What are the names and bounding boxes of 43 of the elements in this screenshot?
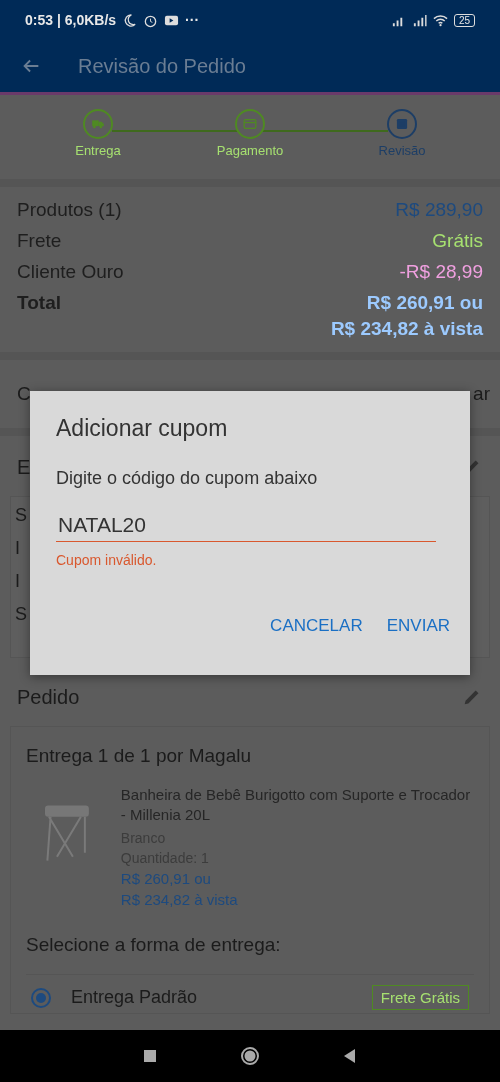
signal-icon	[411, 12, 427, 28]
radio-button[interactable]	[31, 987, 51, 1008]
coupon-label: C	[17, 383, 31, 405]
dialog-button[interactable]: CANCELAR	[262, 610, 371, 642]
summary-value: R$ 289,90	[395, 199, 483, 221]
summary-label: Cliente Ouro	[17, 261, 124, 283]
summary-label: Frete	[17, 230, 62, 252]
product-price: R$ 234,82 à vista	[120, 890, 239, 908]
address-line: I	[15, 538, 20, 559]
step-label: Entrega	[75, 143, 121, 158]
address-line: S	[15, 604, 27, 625]
section-title: E	[17, 456, 31, 480]
battery-indicator: 25	[453, 13, 475, 27]
list-icon	[394, 116, 410, 132]
summary-value: R$ 260,91 ou	[366, 292, 483, 314]
summary-label: Produtos (1)	[17, 199, 122, 221]
step-label: Revisão	[378, 143, 426, 158]
moon-icon	[122, 12, 138, 28]
wifi-icon	[432, 12, 448, 28]
free-shipping-tag: Frete Grátis	[371, 985, 469, 1010]
coupon-input-field[interactable]: NATAL20	[56, 509, 436, 542]
summary-value: -R$ 28,99	[399, 261, 483, 283]
summary-value: Grátis	[432, 230, 483, 252]
status-time: 0:53 | 6,0KB/s	[25, 12, 117, 28]
product-price: R$ 260,91 ou	[120, 869, 212, 887]
error-message: Cupom inválido.	[56, 552, 158, 568]
dialog-title: Adicionar cupom	[56, 415, 229, 442]
section-title: Pedido	[17, 686, 80, 710]
delivery-title: Entrega 1 de 1 por Magalu	[26, 745, 252, 767]
home-icon[interactable]	[240, 1046, 260, 1066]
address-line: S	[15, 505, 27, 526]
summary-value: R$ 234,82 à vista	[330, 318, 483, 340]
summary-label: Total	[17, 292, 61, 315]
step-label: Pagamento	[216, 143, 284, 158]
coupon-action[interactable]: ar	[473, 383, 490, 405]
shipping-prompt: Selecione a forma de entrega:	[26, 933, 474, 975]
address-line: I	[15, 571, 20, 592]
card-icon	[242, 116, 258, 132]
dialog-button[interactable]: ENVIAR	[378, 610, 458, 642]
more-notifications-text: ···	[185, 12, 200, 28]
screen-title: Revisão do Pedido	[78, 54, 246, 78]
dialog-message: Digite o código do cupom abaixo	[56, 468, 319, 489]
shipping-option-label: Entrega Padrão	[71, 987, 199, 1008]
